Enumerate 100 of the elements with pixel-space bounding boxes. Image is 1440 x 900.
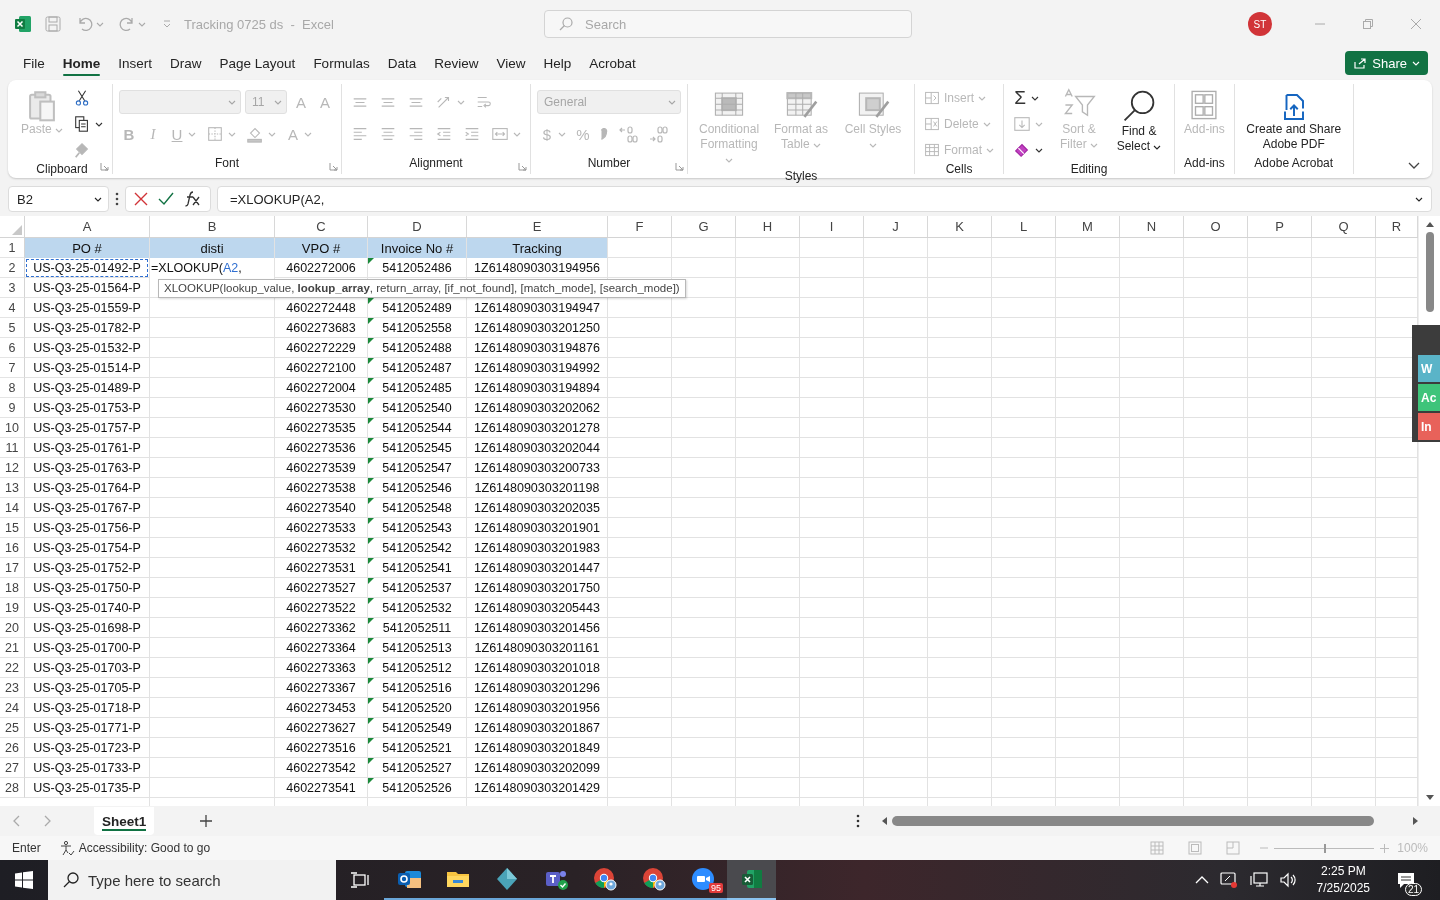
row-header[interactable]: 12 <box>0 458 25 478</box>
error-indicator-icon[interactable] <box>368 618 374 624</box>
ribbon-tab[interactable]: Data <box>378 48 426 78</box>
error-indicator-icon[interactable] <box>368 578 374 584</box>
ribbon-tab[interactable]: Insert <box>109 48 162 78</box>
column-header[interactable]: P <box>1248 216 1312 237</box>
scroll-left-icon[interactable] <box>880 816 888 826</box>
taskbar-app[interactable] <box>727 860 776 900</box>
name-box[interactable]: B2 <box>8 186 109 212</box>
error-indicator-icon[interactable] <box>368 778 374 784</box>
scroll-right-icon[interactable] <box>1412 816 1420 826</box>
row-header[interactable]: 22 <box>0 658 25 678</box>
scrollbar-thumb[interactable] <box>892 816 1374 826</box>
column-header[interactable]: Q <box>1312 216 1376 237</box>
ribbon-tab[interactable]: Formulas <box>304 48 379 78</box>
cancel-icon[interactable] <box>134 192 148 206</box>
row-header[interactable]: 8 <box>0 378 25 398</box>
volume-icon[interactable] <box>1278 871 1299 889</box>
error-indicator-icon[interactable] <box>368 258 374 264</box>
error-indicator-icon[interactable] <box>368 338 374 344</box>
row-header[interactable]: 28 <box>0 778 25 798</box>
ribbon-tab[interactable]: View <box>487 48 535 78</box>
column-header[interactable]: E <box>467 216 608 237</box>
ribbon-tab[interactable]: File <box>14 48 54 78</box>
formula-field[interactable]: =XLOOKUP(A2, <box>217 186 1432 212</box>
display-alert-icon[interactable] <box>1218 871 1239 889</box>
row-header[interactable]: 14 <box>0 498 25 518</box>
sum-button[interactable]: Σ <box>1010 86 1047 110</box>
ribbon-tab[interactable]: Page Layout <box>210 48 305 78</box>
clock-date[interactable]: 7/25/2025 <box>1316 880 1370 897</box>
row-header[interactable]: 15 <box>0 518 25 538</box>
column-header[interactable]: A <box>25 216 150 237</box>
scrollbar-thumb[interactable] <box>1425 232 1434 312</box>
column-header[interactable]: M <box>1056 216 1120 237</box>
error-indicator-icon[interactable] <box>368 598 374 604</box>
scroll-up-icon[interactable] <box>1424 220 1435 228</box>
pdf-button[interactable]: Create and Share Adobe PDF <box>1240 86 1347 154</box>
row-header[interactable]: 21 <box>0 638 25 658</box>
launcher-icon[interactable] <box>100 162 110 171</box>
taskbar-search-field[interactable]: Type here to search <box>48 860 336 900</box>
column-header[interactable]: I <box>800 216 864 237</box>
column-header[interactable]: C <box>275 216 368 237</box>
row-header[interactable]: 7 <box>0 358 25 378</box>
launcher-icon[interactable] <box>518 162 528 171</box>
row-header[interactable]: 10 <box>0 418 25 438</box>
row-header[interactable]: 2 <box>0 258 25 278</box>
column-header[interactable]: G <box>672 216 736 237</box>
ribbon-tab[interactable]: Help <box>534 48 581 78</box>
column-header[interactable]: J <box>864 216 928 237</box>
ribbon-tab[interactable]: Review <box>425 48 488 78</box>
more-options-icon[interactable] <box>856 814 860 828</box>
column-header[interactable]: B <box>150 216 275 237</box>
chevron-up-icon[interactable] <box>1194 875 1209 885</box>
error-indicator-icon[interactable] <box>368 718 374 724</box>
row-header[interactable]: 9 <box>0 398 25 418</box>
launcher-icon[interactable] <box>329 162 339 171</box>
error-indicator-icon[interactable] <box>368 418 374 424</box>
task-view-icon[interactable] <box>350 871 370 889</box>
column-header[interactable]: F <box>608 216 672 237</box>
column-header[interactable]: K <box>928 216 992 237</box>
accessibility-icon[interactable] <box>58 840 75 856</box>
column-header[interactable]: L <box>992 216 1056 237</box>
row-header[interactable]: 19 <box>0 598 25 618</box>
error-indicator-icon[interactable] <box>368 318 374 324</box>
row-header[interactable]: 18 <box>0 578 25 598</box>
ribbon-tab[interactable]: Home <box>53 48 110 78</box>
error-indicator-icon[interactable] <box>368 698 374 704</box>
accessibility-status[interactable]: Accessibility: Good to go <box>78 841 211 855</box>
row-header[interactable]: 4 <box>0 298 25 318</box>
collapse-ribbon-icon[interactable] <box>1408 162 1420 170</box>
error-indicator-icon[interactable] <box>368 398 374 404</box>
error-indicator-icon[interactable] <box>368 538 374 544</box>
error-indicator-icon[interactable] <box>368 438 374 444</box>
column-header[interactable]: D <box>368 216 467 237</box>
horizontal-scrollbar[interactable] <box>880 813 1420 829</box>
error-indicator-icon[interactable] <box>368 478 374 484</box>
row-header[interactable]: 17 <box>0 558 25 578</box>
user-avatar[interactable]: ST <box>1248 12 1272 36</box>
error-indicator-icon[interactable] <box>368 658 374 664</box>
row-header[interactable]: 3 <box>0 278 25 298</box>
row-header[interactable]: 20 <box>0 618 25 638</box>
error-indicator-icon[interactable] <box>368 758 374 764</box>
error-indicator-icon[interactable] <box>368 518 374 524</box>
error-indicator-icon[interactable] <box>368 678 374 684</box>
check-icon[interactable] <box>158 192 174 206</box>
row-header[interactable]: 16 <box>0 538 25 558</box>
row-header[interactable]: 11 <box>0 438 25 458</box>
insert-function-icon[interactable] <box>184 191 202 207</box>
row-header[interactable]: 23 <box>0 678 25 698</box>
row-header[interactable]: 13 <box>0 478 25 498</box>
sheet-tab[interactable]: Sheet1 <box>94 807 155 835</box>
error-indicator-icon[interactable] <box>368 498 374 504</box>
error-indicator-icon[interactable] <box>368 378 374 384</box>
row-header[interactable]: 6 <box>0 338 25 358</box>
column-header[interactable]: N <box>1120 216 1184 237</box>
share-button[interactable]: Share <box>1345 51 1428 75</box>
error-indicator-icon[interactable] <box>368 738 374 744</box>
column-header[interactable]: H <box>736 216 800 237</box>
row-header[interactable]: 27 <box>0 758 25 778</box>
more-options-icon[interactable] <box>115 192 119 206</box>
